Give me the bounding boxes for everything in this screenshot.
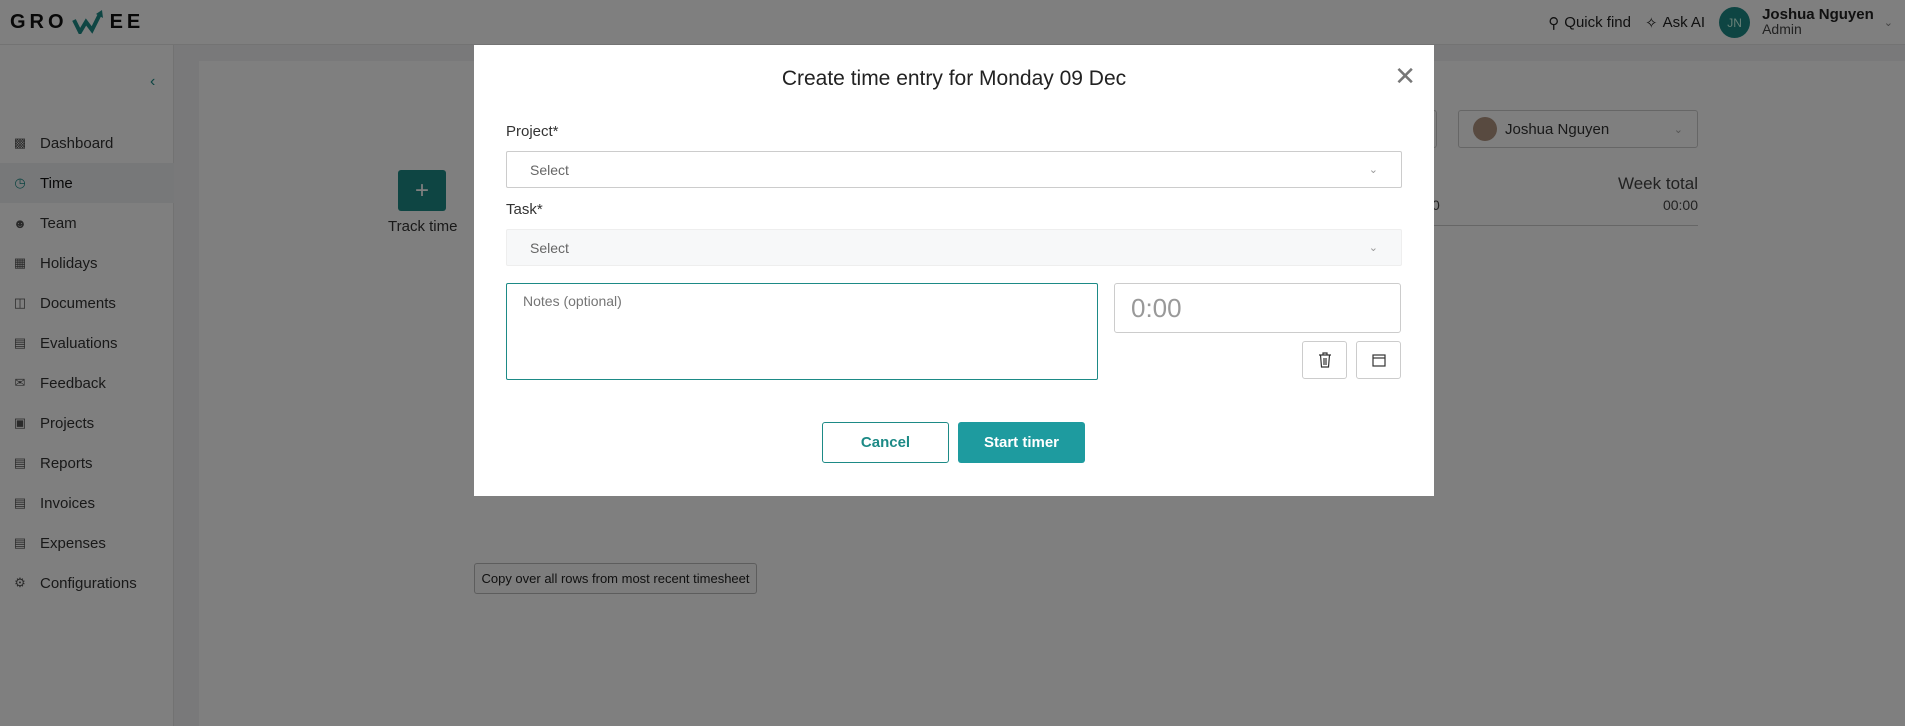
close-icon[interactable]: ✕ (1394, 63, 1416, 89)
task-label: Task* (506, 201, 543, 218)
chevron-down-icon: ⌄ (1368, 242, 1378, 254)
start-timer-button[interactable]: Start timer (958, 422, 1085, 463)
delete-button[interactable] (1302, 341, 1347, 379)
create-time-entry-modal: Create time entry for Monday 09 Dec ✕ Pr… (474, 45, 1434, 496)
task-select[interactable]: Select ⌄ (506, 229, 1402, 266)
calendar-icon (1371, 354, 1386, 367)
project-label: Project* (506, 123, 559, 140)
duration-input[interactable]: 0:00 (1114, 283, 1401, 333)
calendar-button[interactable] (1356, 341, 1401, 379)
trash-icon (1318, 352, 1331, 368)
notes-input[interactable] (506, 283, 1098, 380)
chevron-down-icon: ⌄ (1368, 164, 1378, 176)
project-select[interactable]: Select ⌄ (506, 151, 1402, 188)
cancel-button[interactable]: Cancel (822, 422, 949, 463)
modal-title: Create time entry for Monday 09 Dec (781, 67, 1127, 90)
